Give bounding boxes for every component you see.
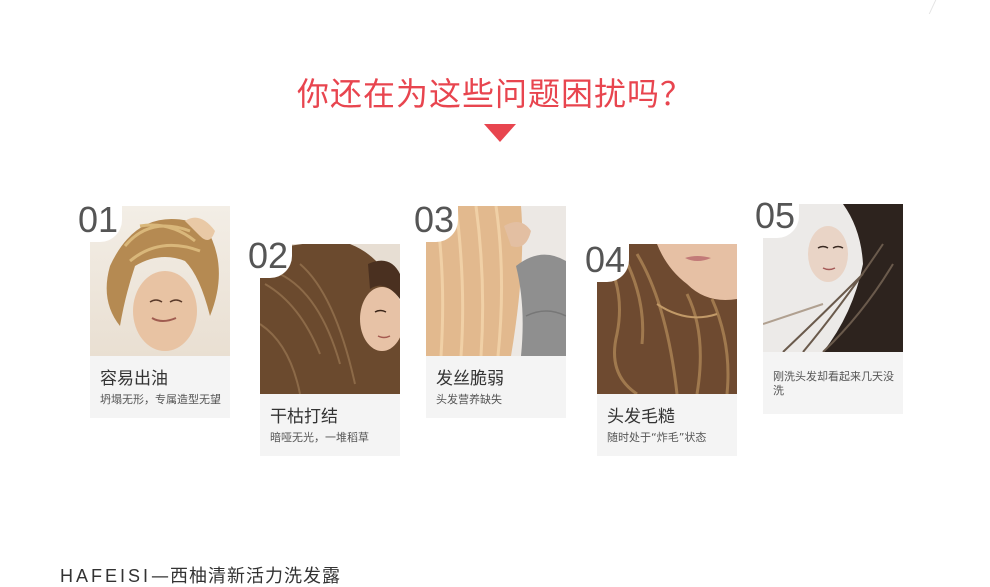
down-arrow-icon: [484, 124, 516, 142]
card-desc: 刚洗头发却看起来几天没洗: [773, 370, 894, 397]
card-info: 干枯打结 暗哑无光，一堆稻草: [260, 394, 400, 456]
card-info: 刚洗头发却看起来几天没洗: [763, 352, 903, 414]
card-title: 容易出油: [100, 369, 168, 389]
card-title: 头发毛糙: [607, 407, 675, 427]
card-desc: 坍塌无形，专属造型无望: [100, 393, 221, 406]
footer-brand: HAFEISI—西柚清新活力洗发露: [60, 566, 341, 587]
card-number: 03: [414, 200, 459, 242]
brand-separator: —: [151, 566, 171, 587]
card-number: 02: [248, 236, 293, 278]
corner-decoration: [928, 0, 947, 14]
card-number: 04: [585, 240, 630, 282]
page-title: 你还在为这些问题困扰吗？: [296, 75, 693, 113]
card-info: 发丝脆弱 头发营养缺失: [426, 356, 566, 418]
brand-name: HAFEISI: [60, 566, 152, 586]
card-desc: 随时处于“炸毛”状态: [607, 431, 707, 444]
card-number: 05: [755, 196, 800, 238]
card-number: 01: [78, 200, 123, 242]
product-name: 西柚清新活力洗发露: [170, 566, 342, 587]
card-title: 干枯打结: [270, 407, 338, 427]
card-desc: 暗哑无光，一堆稻草: [270, 431, 369, 444]
card-info: 头发毛糙 随时处于“炸毛”状态: [597, 394, 737, 456]
card-desc: 头发营养缺失: [436, 393, 502, 406]
card-info: 容易出油 坍塌无形，专属造型无望: [90, 356, 230, 418]
card-title: 发丝脆弱: [436, 369, 504, 389]
